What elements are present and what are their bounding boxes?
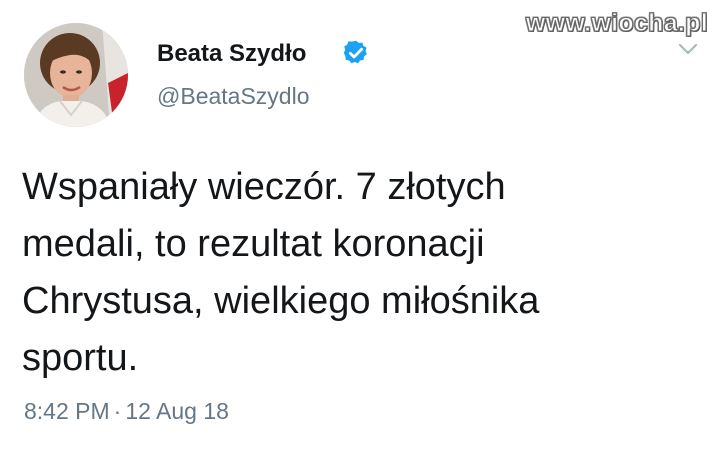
tweet-timestamp[interactable]: 8:42 PM · 12 Aug 18 bbox=[24, 398, 229, 425]
profile-photo bbox=[24, 23, 128, 127]
tweet-card: www.wiocha.pl Beata Szydło @BeataSzydlo … bbox=[0, 0, 720, 455]
tweet-text-line: sportu. bbox=[22, 337, 139, 379]
tweet-text-line: Wspaniały wieczór. 7 złotych bbox=[22, 166, 506, 208]
chevron-down-icon[interactable] bbox=[678, 43, 698, 55]
tweet-text: Wspaniały wieczór. 7 złotych medali, to … bbox=[22, 159, 682, 387]
watermark: www.wiocha.pl bbox=[525, 9, 708, 38]
tweet-text-line: Chrystusa, wielkiego miłośnika bbox=[22, 280, 540, 322]
tweet-text-line: medali, to rezultat koronacji bbox=[22, 223, 485, 265]
avatar[interactable] bbox=[24, 23, 128, 127]
tweet-time: 8:42 PM bbox=[24, 398, 110, 424]
meta-separator: · bbox=[113, 398, 122, 424]
tweet-date: 12 Aug 18 bbox=[125, 398, 229, 424]
verified-badge-icon bbox=[343, 40, 367, 64]
user-handle[interactable]: @BeataSzydlo bbox=[157, 83, 310, 110]
display-name[interactable]: Beata Szydło bbox=[157, 40, 306, 68]
